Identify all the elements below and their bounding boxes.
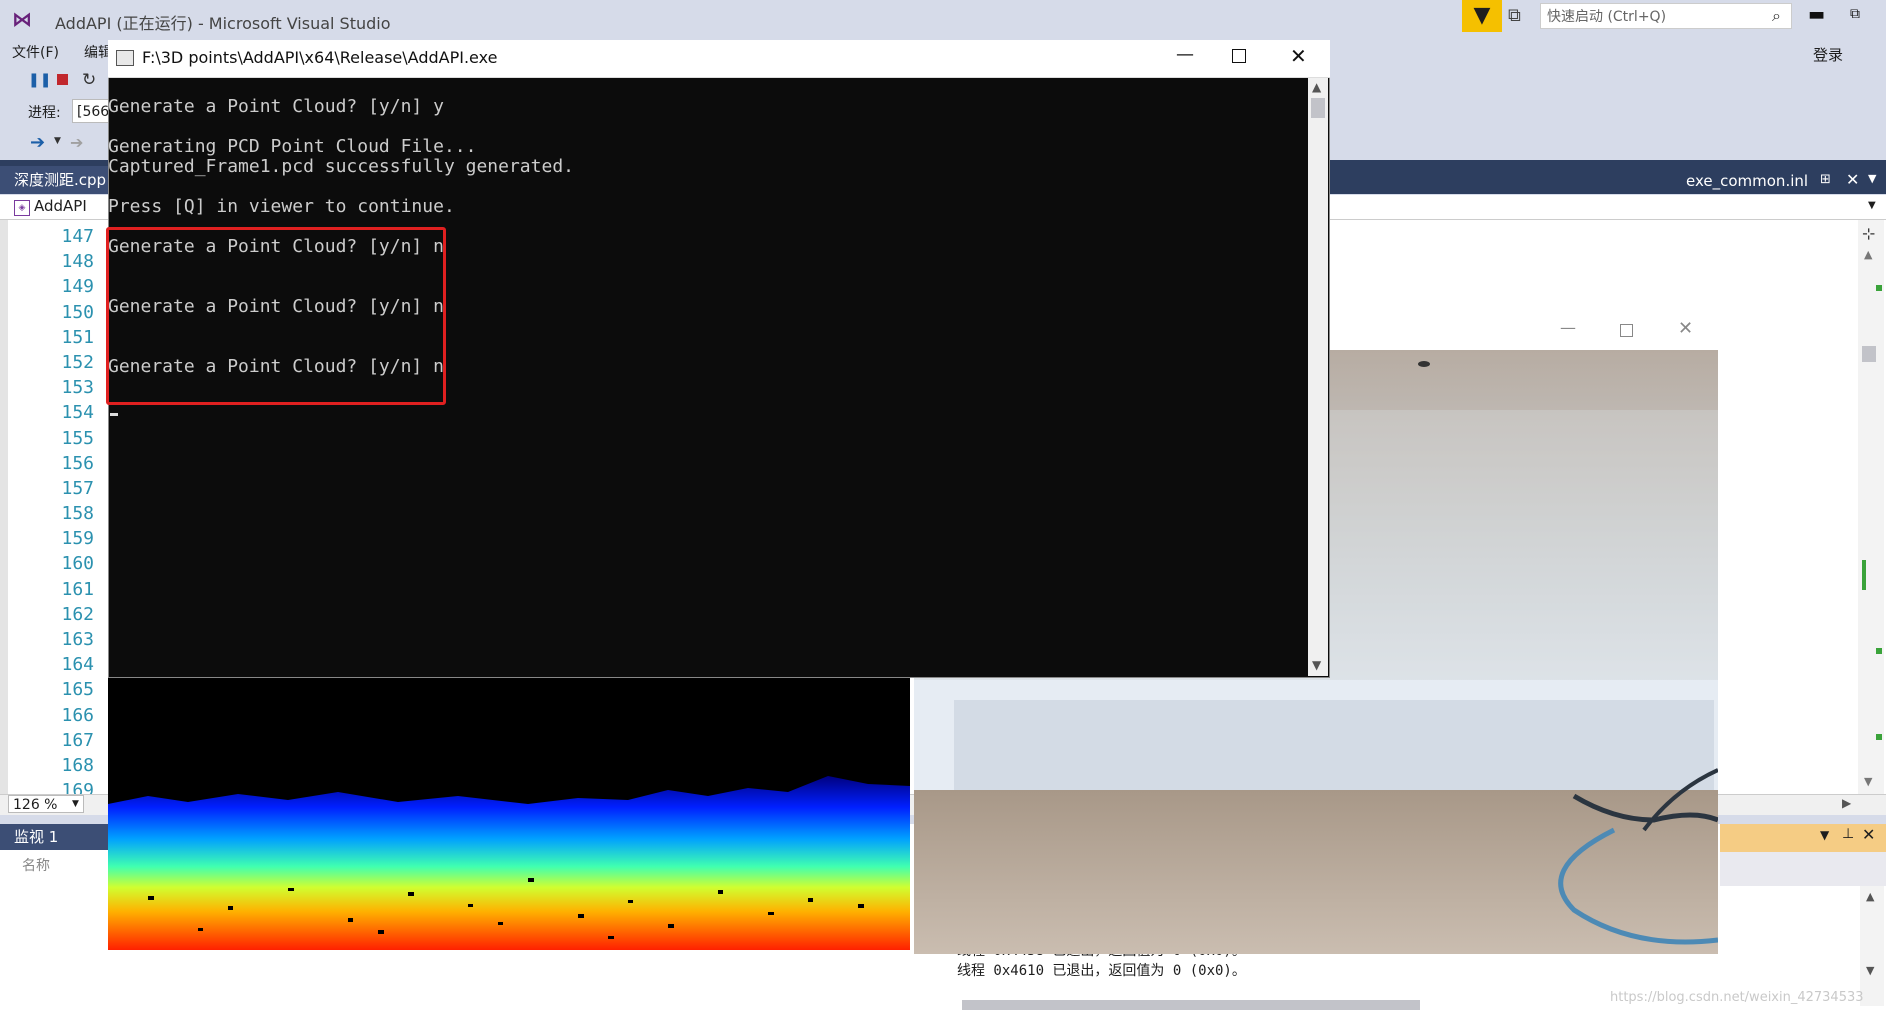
console-line: Press [Q] in viewer to continue. — [108, 196, 455, 217]
line-number: 168 — [61, 754, 94, 776]
line-number: 158 — [61, 503, 94, 525]
minimize-icon[interactable]: — — [1176, 44, 1194, 65]
scroll-up-icon[interactable]: ▲ — [1312, 80, 1321, 94]
scroll-down-icon[interactable]: ▼ — [1312, 658, 1321, 672]
close-icon[interactable]: ✕ — [1678, 318, 1693, 339]
line-number: 149 — [61, 276, 94, 298]
editor-scrollbar[interactable] — [1858, 220, 1884, 794]
console-scrollbar[interactable] — [1308, 78, 1328, 676]
tab-exe-common[interactable]: exe_common.inl — [1686, 172, 1808, 190]
filter-icon[interactable]: ▼ — [1462, 0, 1502, 32]
feedback-icon[interactable]: ⧉ — [1508, 5, 1532, 27]
line-number: 155 — [61, 427, 94, 449]
maximize-icon[interactable] — [1620, 324, 1633, 337]
line-number: 151 — [61, 326, 94, 348]
close-icon[interactable]: ✕ — [1846, 170, 1859, 189]
search-icon[interactable]: ⌕ — [1772, 6, 1781, 26]
change-marker — [1876, 648, 1882, 654]
vs-logo-icon: ⋈ — [12, 7, 32, 31]
depth-image — [108, 678, 910, 950]
tab-source-file[interactable]: 深度测距.cpp — [0, 166, 110, 194]
scroll-right-icon[interactable]: ▶ — [1842, 796, 1851, 810]
line-number: 153 — [61, 377, 94, 399]
output-hscroll-thumb[interactable] — [962, 1000, 1420, 1010]
tab-watch[interactable]: 监视 1 — [0, 824, 108, 850]
project-dropdown[interactable]: AddAPI — [34, 197, 87, 215]
forward-icon[interactable]: ➔ — [70, 133, 83, 152]
output-scrollbar[interactable] — [1860, 886, 1884, 1006]
pin-icon[interactable]: ⊥ — [1842, 826, 1854, 842]
window-title: AddAPI (正在运行) - Microsoft Visual Studio — [55, 14, 391, 33]
line-number: 157 — [61, 477, 94, 499]
maximize-icon[interactable] — [1232, 49, 1246, 63]
line-number: 165 — [61, 679, 94, 701]
change-marker — [1876, 734, 1882, 740]
login-link[interactable]: 登录 — [1813, 44, 1843, 65]
close-icon[interactable]: ✕ — [1290, 44, 1307, 68]
change-marker — [1876, 285, 1882, 291]
scroll-down-icon[interactable]: ▼ — [1866, 964, 1874, 977]
process-select[interactable]: [566 — [72, 99, 112, 123]
stop-icon[interactable] — [57, 74, 68, 85]
restart-icon[interactable]: ↻ — [82, 70, 96, 90]
console-title: F:\3D points\AddAPI\x64\Release\AddAPI.e… — [142, 48, 498, 67]
scroll-thumb[interactable] — [1862, 346, 1876, 362]
menu-file[interactable]: 文件(F) — [12, 42, 59, 62]
line-number: 164 — [61, 654, 94, 676]
camera-window-titlebar — [1330, 312, 1718, 350]
scroll-down-icon[interactable]: ▼ — [1864, 775, 1872, 788]
chevron-down-icon[interactable]: ▼ — [1868, 200, 1876, 211]
line-number: 154 — [61, 402, 94, 424]
close-icon[interactable]: ✕ — [1862, 825, 1875, 844]
minimize-icon[interactable]: — — [1560, 318, 1576, 337]
change-marker — [1862, 560, 1866, 590]
chevron-down-icon[interactable]: ▼ — [1868, 172, 1876, 185]
line-number: 166 — [61, 704, 94, 726]
line-number: 159 — [61, 528, 94, 550]
pause-icon[interactable]: ❚❚ — [28, 72, 51, 88]
line-number: 160 — [61, 553, 94, 575]
line-number: 150 — [61, 301, 94, 323]
quick-launch-input[interactable]: 快速启动 (Ctrl+Q) — [1540, 3, 1792, 29]
line-number: 162 — [61, 603, 94, 625]
watch-column-name: 名称 — [22, 858, 50, 874]
line-number: 148 — [61, 251, 94, 273]
minimize-icon[interactable]: ▬ — [1808, 4, 1825, 25]
back-icon[interactable]: ➔ — [30, 132, 45, 153]
line-number: 167 — [61, 729, 94, 751]
editor-margin — [0, 220, 8, 794]
line-number: 163 — [61, 629, 94, 650]
chevron-down-icon[interactable]: ▼ — [72, 799, 79, 809]
scroll-up-icon[interactable]: ▲ — [1864, 248, 1872, 261]
restore-icon[interactable]: ⧉ — [1850, 6, 1860, 22]
line-number: 147 — [61, 226, 94, 247]
console-line: Generate a Point Cloud? [y/n] y — [108, 96, 444, 117]
output-toolbar — [1720, 852, 1886, 886]
line-numbers: 147 148 149 150 151 152 153 154 155 156 157 158 159 1… — [46, 224, 94, 803]
output-line: 线程 0x4610 已退出，返回值为 0 (0x0)。 — [957, 963, 1246, 979]
split-icon[interactable]: ⊹ — [1862, 224, 1875, 243]
text-cursor — [110, 413, 118, 416]
pin-icon[interactable]: ⊞ — [1820, 172, 1831, 187]
watermark: https://blog.csdn.net/weixin_42734533 — [1610, 990, 1864, 1005]
chevron-down-icon[interactable]: ▼ — [1820, 828, 1829, 842]
project-icon: ◈ — [14, 200, 30, 216]
chevron-down-icon[interactable]: ▼ — [54, 136, 61, 146]
console-line: Generating PCD Point Cloud File... — [108, 136, 477, 157]
scroll-thumb[interactable] — [1311, 98, 1325, 118]
line-number: 156 — [61, 452, 94, 474]
scroll-up-icon[interactable]: ▲ — [1866, 890, 1874, 903]
line-number: 161 — [61, 578, 94, 600]
highlight-annotation — [106, 227, 446, 405]
process-label: 进程: — [28, 105, 61, 121]
console-line: Captured_Frame1.pcd successfully generat… — [108, 156, 574, 177]
console-app-icon — [116, 50, 134, 66]
line-number: 152 — [61, 351, 94, 373]
depth-image-view — [108, 678, 910, 950]
